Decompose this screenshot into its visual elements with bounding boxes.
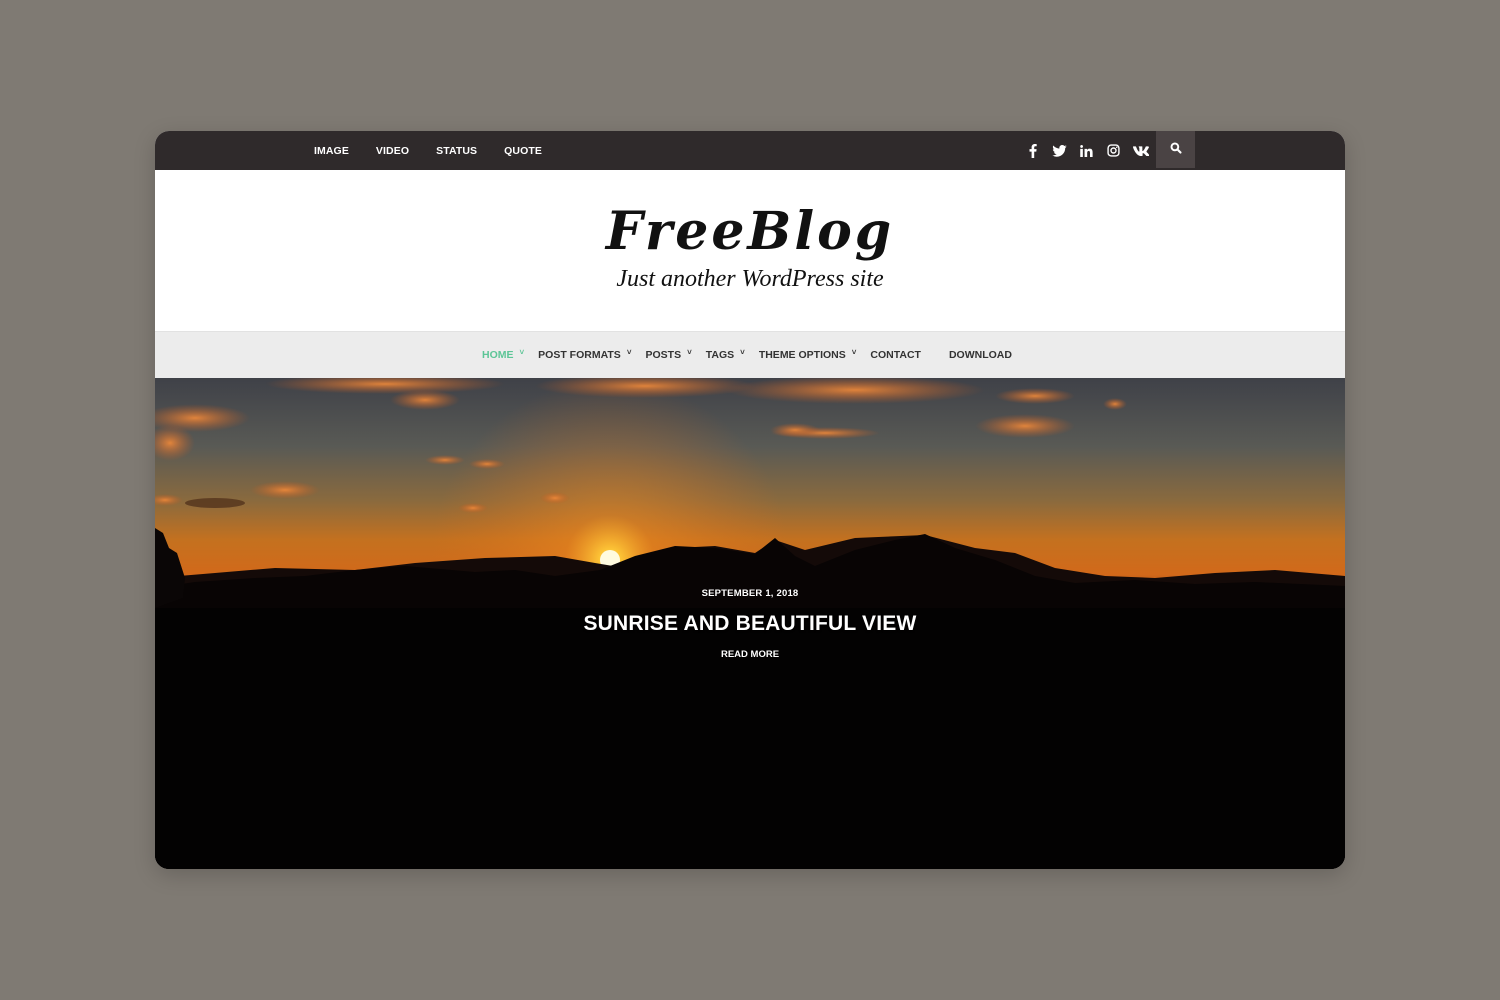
instagram-icon[interactable] [1100, 131, 1127, 170]
top-menu-video[interactable]: VIDEO [376, 145, 409, 157]
social-links [1019, 131, 1154, 170]
nav-item-download[interactable]: DOWNLOAD [949, 349, 1012, 361]
main-navigation: HOME ˅ POST FORMATS ˅ POSTS ˅ TAGS ˅ THE… [155, 331, 1345, 378]
nav-item-label: POSTS [645, 349, 682, 361]
site-tagline: Just another WordPress site [616, 266, 884, 292]
chevron-down-icon: ˅ [740, 348, 745, 357]
nav-item-label: TAGS [705, 349, 735, 361]
nav-item-label: HOME [482, 349, 514, 361]
linkedin-icon[interactable] [1073, 131, 1100, 170]
post-date: SEPTEMBER 1, 2018 [701, 588, 799, 599]
nav-item-theme-options[interactable]: THEME OPTIONS ˅ [758, 348, 857, 362]
read-more-link[interactable]: READ MORE [155, 649, 1345, 660]
top-menu-quote[interactable]: QUOTE [504, 145, 542, 157]
nav-item-label: POST FORMATS [538, 349, 621, 361]
nav-item-home[interactable]: HOME ˅ [482, 348, 525, 362]
chevron-down-icon: ˅ [687, 348, 692, 357]
nav-item-contact[interactable]: CONTACT [870, 349, 921, 361]
vk-icon[interactable] [1127, 131, 1154, 170]
nav-item-post-formats[interactable]: POST FORMATS ˅ [538, 348, 632, 362]
browser-frame: IMAGE VIDEO STATUS QUOTE FreeBlog Just a… [155, 131, 1345, 869]
nav-item-label: CONTACT [870, 349, 921, 361]
top-menu-image[interactable]: IMAGE [314, 145, 349, 157]
top-bar: IMAGE VIDEO STATUS QUOTE [155, 131, 1345, 170]
twitter-icon[interactable] [1046, 131, 1073, 170]
nav-item-posts[interactable]: POSTS ˅ [645, 348, 692, 362]
chevron-down-icon: ˅ [851, 348, 857, 357]
nav-item-label: DOWNLOAD [948, 349, 1012, 361]
site-title[interactable]: FreeBlog [155, 202, 1345, 262]
search-icon [1170, 141, 1182, 159]
top-menu-status[interactable]: STATUS [436, 145, 477, 157]
facebook-icon[interactable] [1019, 131, 1046, 170]
chevron-down-icon: ˅ [626, 348, 632, 357]
hero-slider[interactable]: SEPTEMBER 1, 2018 SUNRISE AND BEAUTIFUL … [155, 378, 1345, 869]
site-header: FreeBlog Just another WordPress site [155, 170, 1345, 331]
post-title[interactable]: SUNRISE AND BEAUTIFUL VIEW [155, 612, 1345, 636]
nav-item-label: THEME OPTIONS [758, 349, 846, 361]
nav-item-tags[interactable]: TAGS ˅ [705, 348, 745, 362]
top-menu: IMAGE VIDEO STATUS QUOTE [314, 131, 569, 170]
chevron-down-icon: ˅ [519, 348, 525, 357]
search-button[interactable] [1156, 131, 1195, 168]
